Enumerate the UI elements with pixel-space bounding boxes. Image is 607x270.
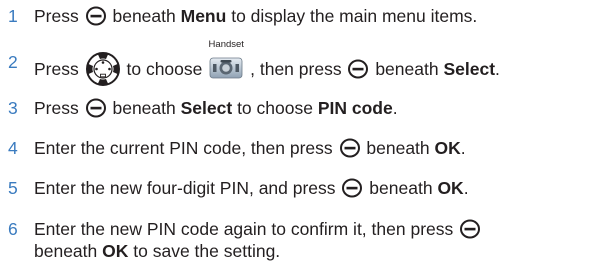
step-6: 6 Enter the new PIN code again to confir…	[0, 218, 607, 266]
step-number: 6	[8, 219, 18, 239]
handset-menu-item: Handset	[209, 40, 244, 79]
step-text: Enter the new four-digit PIN, and press …	[34, 178, 469, 198]
step-text: Enter the current PIN code, then press b…	[34, 138, 466, 158]
step-number: 2	[8, 52, 18, 72]
handset-icon-label: Handset	[208, 39, 244, 50]
softkey-label-select: Select	[443, 59, 496, 79]
step-text: Press beneath Menu to display the main m…	[34, 6, 478, 26]
step-number: 1	[8, 6, 18, 26]
softkey-label-select: Select	[180, 98, 233, 118]
softkey-label-menu: Menu	[180, 6, 227, 26]
instruction-steps: 1 Press beneath Menu to display the main…	[0, 0, 607, 270]
step-number: 4	[8, 138, 18, 158]
step-number: 5	[8, 178, 18, 198]
navigation-key-icon	[85, 52, 120, 86]
softkey-label-ok: OK	[434, 138, 461, 158]
menu-item-pin-code: PIN code	[317, 98, 393, 118]
handset-menu-icon	[209, 57, 243, 79]
soft-key-icon	[348, 59, 369, 79]
step-number: 3	[8, 98, 18, 118]
step-text: Enter the new PIN code again to confirm …	[34, 218, 604, 262]
soft-key-icon	[339, 138, 360, 158]
softkey-label-ok: OK	[437, 178, 464, 198]
soft-key-icon	[85, 6, 106, 26]
step-text: Press to choose Handset , then press ben…	[34, 40, 500, 87]
softkey-label-ok: OK	[102, 241, 129, 261]
step-text: Press beneath Select to choose PIN code.	[34, 98, 398, 118]
soft-key-icon	[85, 98, 106, 118]
soft-key-icon	[342, 178, 363, 198]
soft-key-icon	[460, 219, 481, 239]
